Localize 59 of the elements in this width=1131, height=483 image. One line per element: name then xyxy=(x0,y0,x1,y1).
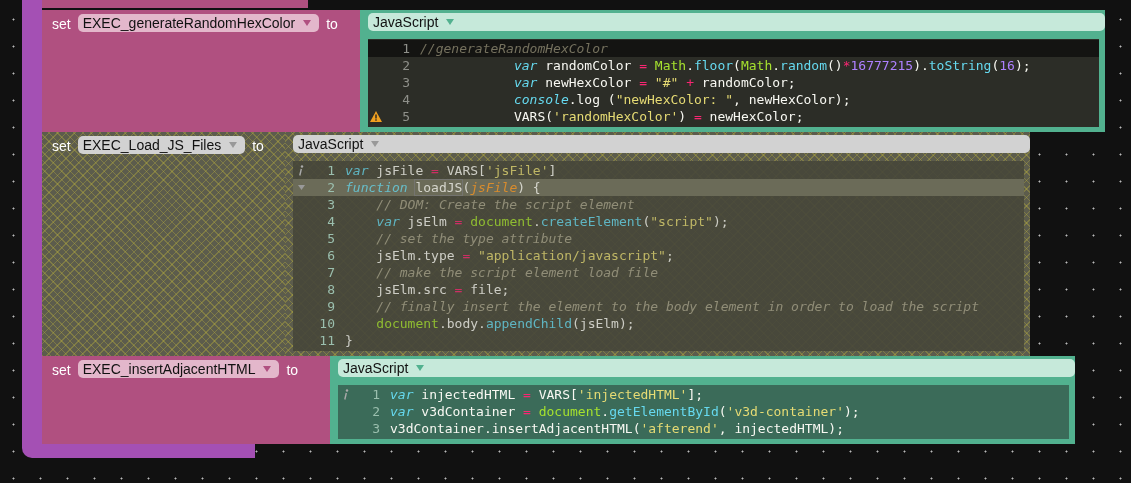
code-text: var jsFile = VARS['jsFile'] xyxy=(345,162,557,179)
editor-line[interactable]: 3 var newHexColor = "#" + randomColor; xyxy=(368,74,1099,91)
to-label: to xyxy=(252,137,264,156)
editor-line[interactable]: 4 console.log ("newHexColor: ", newHexColor); xyxy=(368,91,1099,108)
code-text: jsElm.type = "application/javascript"; xyxy=(375,247,674,264)
code-text: jsElm.src = file; xyxy=(375,281,510,298)
to-label: to xyxy=(326,15,338,34)
code-text: //generateRandomHexColor xyxy=(420,40,608,57)
line-number: 7 xyxy=(326,264,335,281)
code-text: function loadJS(jsFile) { xyxy=(345,179,541,196)
line-number: 4 xyxy=(401,91,410,108)
code-text: VARS('randomHexColor') = newHexColor; xyxy=(512,108,804,125)
code-text: // set the type attribute xyxy=(375,230,572,247)
set-block[interactable]: set EXEC_insertAdjacentHTML to xyxy=(42,356,330,444)
code-editor[interactable]: 1 var injectedHTML = VARS['injectedHTML']; 2 var v3dContainer = document.getElementById('v3d-container'); 3 v3dContainer.insertAdjacentHTML('afterend', injectedHTML); xyxy=(338,385,1069,439)
code-text: var randomColor = Math.floor(Math.random()*16777215).toString(16); xyxy=(512,57,1031,74)
line-number: 1 xyxy=(326,162,335,179)
line-number: 9 xyxy=(326,298,335,315)
line-number: 5 xyxy=(401,108,410,125)
line-number: 2 xyxy=(371,403,380,420)
line-number: 2 xyxy=(401,57,410,74)
line-number: 3 xyxy=(401,74,410,91)
line-number: 1 xyxy=(371,386,380,403)
editor-line[interactable]: 1 var injectedHTML = VARS['injectedHTML']; xyxy=(338,386,1069,403)
code-text: var jsElm = document.createElement("script"); xyxy=(375,213,729,230)
line-number: 6 xyxy=(326,247,335,264)
code-text: // make the script element load file xyxy=(375,264,659,281)
line-number: 4 xyxy=(326,213,335,230)
editor-line[interactable]: 5 VARS('randomHexColor') = newHexColor; xyxy=(368,108,1099,125)
line-number: 11 xyxy=(318,332,335,349)
line-number: 8 xyxy=(326,281,335,298)
code-text: // DOM: Create the script element xyxy=(375,196,635,213)
code-text: console.log ("newHexColor: ", newHexColor); xyxy=(512,91,851,108)
code-text: var newHexColor = "#" + randomColor; xyxy=(512,74,796,91)
line-number: 3 xyxy=(371,420,380,437)
line-number: 5 xyxy=(326,230,335,247)
variable-dropdown[interactable]: EXEC_generateRandomHexColor xyxy=(77,14,320,32)
code-block[interactable]: JavaScript 1 var injectedHTML = VARS['injectedHTML']; 2 var v3dContainer = document.getElementById('v3d-container'); 3 v3dContainer.insertAdjacentHTML('afterend', injectedHTML); xyxy=(330,356,1075,444)
code-text: var v3dContainer = document.getElementById('v3d-container'); xyxy=(390,403,860,420)
line-number: 1 xyxy=(401,40,410,57)
editor-line[interactable]: 2 var randomColor = Math.floor(Math.random()*16777215).toString(16); xyxy=(368,57,1099,74)
language-dropdown[interactable]: JavaScript xyxy=(338,359,1075,377)
code-text: document.body.appendChild(jsElm); xyxy=(375,315,635,332)
set-label: set xyxy=(52,361,71,380)
code-text: // finally insert the element to the body element in order to load the script xyxy=(375,298,979,315)
editor-line[interactable]: 3 v3dContainer.insertAdjacentHTML('afterend', injectedHTML); xyxy=(338,420,1069,437)
code-text: var injectedHTML = VARS['injectedHTML']; xyxy=(390,386,704,403)
line-number: 3 xyxy=(326,196,335,213)
line-number: 2 xyxy=(326,179,335,196)
set-label: set xyxy=(52,15,71,34)
editor-line[interactable]: 2 var v3dContainer = document.getElementById('v3d-container'); xyxy=(338,403,1069,420)
code-text: v3dContainer.insertAdjacentHTML('afterend', injectedHTML); xyxy=(390,420,844,437)
language-dropdown[interactable]: JavaScript xyxy=(368,13,1105,31)
set-label: set xyxy=(52,137,71,156)
to-label: to xyxy=(286,361,299,380)
set-block[interactable]: set EXEC_generateRandomHexColor to xyxy=(42,10,360,132)
line-number: 10 xyxy=(318,315,335,332)
variable-dropdown[interactable]: EXEC_insertAdjacentHTML xyxy=(77,360,280,378)
code-text: } xyxy=(345,332,353,349)
